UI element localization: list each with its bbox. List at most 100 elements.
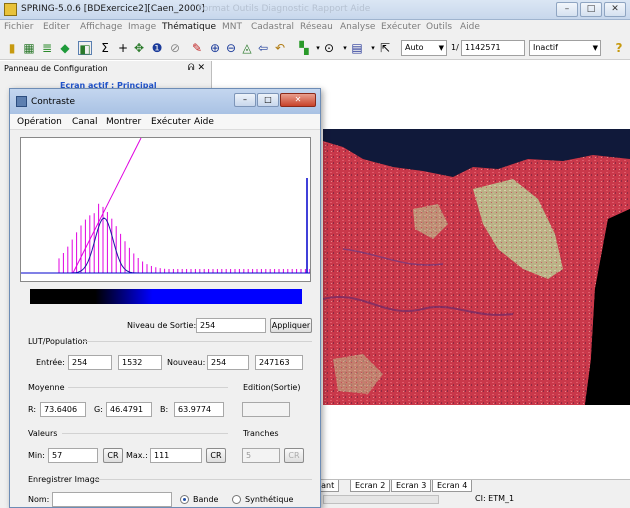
main-menubar: Fichier Editer Affichage Image Thématiqu… (0, 20, 630, 36)
entry-label: Entrée: (36, 358, 65, 367)
lut-gradient-bar (30, 289, 302, 304)
lut-section-label: LUT/Population (28, 337, 88, 346)
spring-app-icon (4, 3, 17, 16)
min-label: Min: (28, 451, 45, 460)
entry-population-input[interactable]: 1532 (118, 355, 162, 370)
g-label: G: (94, 405, 103, 414)
tab-ecran-2[interactable]: Ecran 2 (350, 480, 391, 492)
dialog-close-button[interactable]: ✕ (280, 93, 316, 107)
apply-button[interactable]: Appliquer (270, 318, 312, 333)
window-title: SPRING-5.0.6 [BDExercice2][Caen_2000] (21, 4, 205, 14)
dialog-menu-operation[interactable]: Opération (17, 117, 62, 127)
menu-editer[interactable]: Editer (43, 22, 70, 32)
tab-ecran-4[interactable]: Ecran 4 (432, 480, 473, 492)
dialog-menu-aide[interactable]: Aide (194, 117, 214, 127)
draw-icon[interactable]: ◆ (58, 41, 72, 55)
move-icon[interactable]: ✥ (132, 41, 146, 55)
zoom-out-icon[interactable]: ⊖ (224, 41, 238, 55)
display-icon[interactable]: ◧ (78, 41, 92, 56)
state-value: Inactif (533, 43, 558, 52)
image-name-input[interactable] (52, 492, 172, 507)
state-select[interactable]: Inactif ▼ (529, 40, 601, 56)
dialog-menubar: Opération Canal Montrer Exécuter Aide (10, 114, 320, 130)
menu-mnt[interactable]: MNT (222, 22, 242, 32)
database-icon[interactable]: ▮ (5, 41, 19, 55)
population-curve (66, 217, 160, 274)
divider (94, 479, 312, 480)
menu-image[interactable]: Image (128, 22, 156, 32)
dialog-title-bar[interactable]: Contraste – □ ✕ (10, 89, 320, 114)
dialog-maximize-button[interactable]: □ (257, 93, 279, 107)
max-cr-button[interactable]: CR (206, 448, 226, 463)
menu-outils[interactable]: Outils (426, 22, 452, 32)
new-population-input[interactable]: 247163 (255, 355, 303, 370)
select-icon[interactable]: ⊘ (168, 41, 182, 55)
save-section-label: Enregistrer Image (28, 475, 100, 484)
menu-aide[interactable]: Aide (460, 22, 480, 32)
band-radio-label: Bande (193, 495, 219, 504)
zoom-area-icon[interactable]: ◬ (240, 41, 254, 55)
slices-section-label: Tranches (243, 429, 279, 438)
project-icon[interactable]: ▦ (22, 41, 36, 55)
dialog-menu-executer[interactable]: Exécuter (151, 117, 191, 127)
b-label: B: (160, 405, 169, 414)
pan-back-icon[interactable]: ⇦ (256, 41, 270, 55)
band-radio[interactable] (180, 495, 189, 504)
pointer-icon[interactable]: ⇱ (378, 41, 392, 55)
menu-executer[interactable]: Exécuter (381, 22, 421, 32)
pencil-icon[interactable]: ✎ (190, 41, 204, 55)
dialog-menu-canal[interactable]: Canal (72, 117, 98, 127)
help-icon[interactable]: ? (612, 41, 626, 55)
new-value-input[interactable]: 254 (207, 355, 249, 370)
menu-affichage[interactable]: Affichage (80, 22, 122, 32)
layers-icon[interactable]: ≣ (40, 41, 54, 55)
crosshair-icon[interactable]: + (116, 41, 130, 55)
min-value-input[interactable]: 57 (48, 448, 98, 463)
undo-icon[interactable]: ↶ (273, 41, 287, 55)
menu-reseau[interactable]: Réseau (300, 22, 333, 32)
output-level-input[interactable]: 254 (196, 318, 266, 333)
max-value-input[interactable]: 111 (150, 448, 202, 463)
sigma-icon[interactable]: Σ (98, 41, 112, 55)
entry-value-input[interactable]: 254 (68, 355, 112, 370)
slices-input: 5 (242, 448, 280, 463)
close-button[interactable]: ✕ (604, 2, 626, 17)
dialog-minimize-button[interactable]: – (234, 93, 256, 107)
menu-thematique[interactable]: Thématique (162, 22, 216, 32)
divider (82, 341, 312, 342)
zoom-mode-value: Auto (405, 43, 424, 52)
minimize-button[interactable]: – (556, 2, 578, 17)
mean-g-input[interactable]: 46.4791 (106, 402, 152, 417)
mean-b-input[interactable]: 63.9774 (174, 402, 224, 417)
menu-fichier[interactable]: Fichier (4, 22, 33, 32)
info-icon[interactable]: ❶ (150, 41, 164, 55)
maximize-button[interactable]: □ (580, 2, 602, 17)
zoom-mode-select[interactable]: Auto ▼ (401, 40, 447, 56)
menu-analyse[interactable]: Analyse (340, 22, 375, 32)
table-icon[interactable]: ▤ (350, 41, 364, 55)
main-toolbar: ▮ ▦ ≣ ◆ ◧ Σ + ✥ ❶ ⊘ ✎ ⊕ ⊖ ◬ ⇦ ↶ ▚ ▾ ⊙ ▾ … (0, 36, 630, 60)
mean-r-input[interactable]: 73.6406 (40, 402, 86, 417)
dialog-menu-montrer[interactable]: Montrer (106, 117, 141, 127)
contraste-dialog: Contraste – □ ✕ Opération Canal Montrer … (9, 88, 321, 508)
scale-prefix: 1/ (451, 43, 459, 52)
main-title-bar: SPRING-5.0.6 [BDExercice2][Caen_2000] Fo… (0, 0, 630, 20)
horizontal-scrollbar[interactable] (323, 495, 439, 504)
tab-ecran-3[interactable]: Ecran 3 (391, 480, 432, 492)
zoom-in-icon[interactable]: ⊕ (208, 41, 222, 55)
menu-cadastral[interactable]: Cadastral (251, 22, 294, 32)
panel-pin-close-icon[interactable]: ᕱ ✕ (188, 63, 205, 73)
dialog-title: Contraste (31, 97, 75, 107)
output-level-label: Niveau de Sortie: (127, 321, 197, 330)
query-icon[interactable]: ⊙ (322, 41, 336, 55)
edition-section-label: Edition(Sortie) (243, 383, 301, 392)
new-label: Nouveau: (167, 358, 206, 367)
scale-input[interactable]: 1142571 (461, 40, 525, 56)
min-cr-button[interactable]: CR (103, 448, 123, 463)
mean-section-label: Moyenne (28, 383, 65, 392)
histogram-panel[interactable] (20, 137, 311, 282)
divider (68, 387, 228, 388)
layout-icon[interactable]: ▚ (297, 41, 311, 55)
satellite-image[interactable] (323, 129, 630, 405)
synthetic-radio[interactable] (232, 495, 241, 504)
